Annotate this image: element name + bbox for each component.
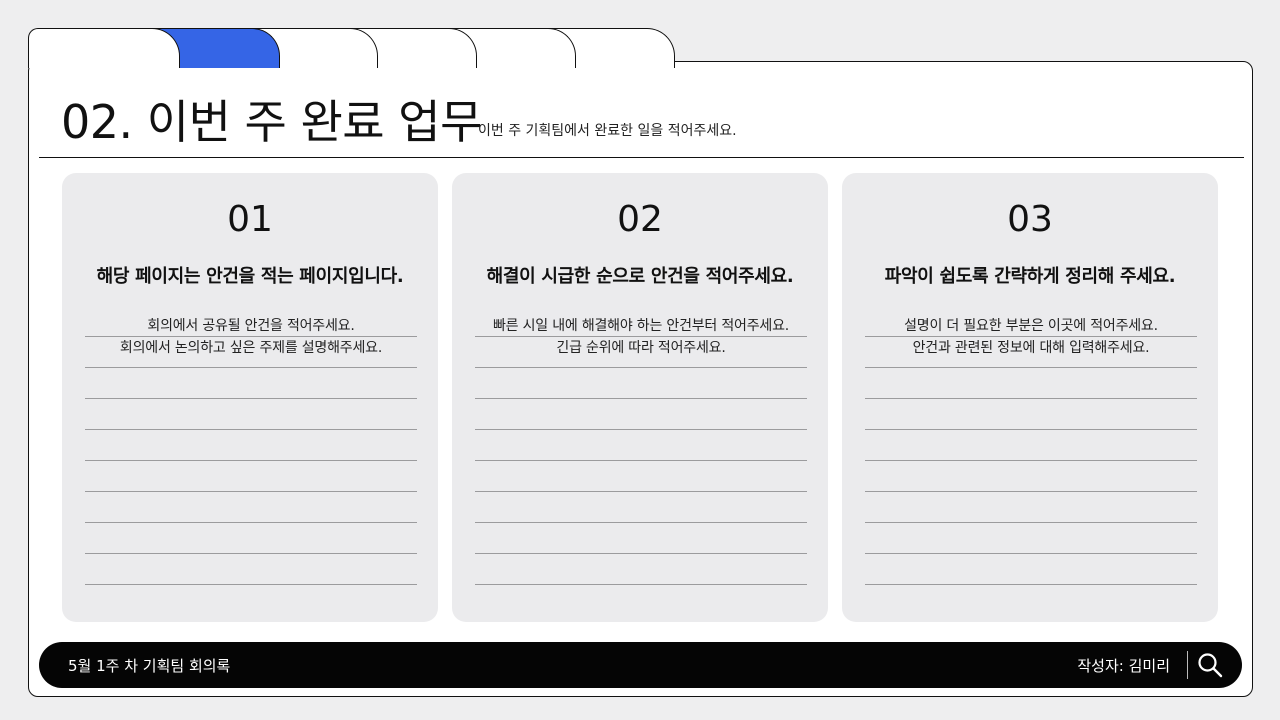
footer-divider <box>1187 651 1188 679</box>
line-field[interactable] <box>475 368 807 399</box>
line-field[interactable] <box>865 461 1197 492</box>
line-field[interactable] <box>85 523 417 554</box>
footer-bar: 5월 1주 차 기획팀 회의록 작성자: 김미리 <box>39 642 1242 688</box>
panel-heading: 해당 페이지는 안건을 적는 페이지입니다. <box>96 266 404 287</box>
agenda-panel-3: 03 파악이 쉽도록 간략하게 정리해 주세요. 설명이 더 필요한 부분은 이… <box>842 173 1218 622</box>
meeting-label: 5월 1주 차 기획팀 회의록 <box>68 657 231 675</box>
page-title: 02. 이번 주 완료 업무 <box>61 95 482 149</box>
search-icon[interactable] <box>1196 651 1224 679</box>
line-field[interactable]: 회의에서 공유될 안건을 적어주세요. <box>85 319 417 337</box>
line-field[interactable] <box>475 461 807 492</box>
panel-lines: 빠른 시일 내에 해결해야 하는 안건부터 적어주세요. 긴급 순위에 따라 적… <box>475 319 807 585</box>
panel-heading: 파악이 쉽도록 간략하게 정리해 주세요. <box>884 266 1176 287</box>
title-divider <box>39 157 1244 158</box>
line-field[interactable] <box>85 399 417 430</box>
line-field[interactable] <box>475 523 807 554</box>
line-field[interactable] <box>865 368 1197 399</box>
line-field[interactable] <box>475 430 807 461</box>
page-subtitle: 이번 주 기획팀에서 완료한 일을 적어주세요. <box>478 123 737 139</box>
line-field[interactable] <box>85 461 417 492</box>
panel-number: 03 <box>1007 199 1053 240</box>
panel-number: 02 <box>617 199 663 240</box>
tab-1[interactable] <box>28 28 180 68</box>
line-field[interactable] <box>85 492 417 523</box>
panel-lines: 회의에서 공유될 안건을 적어주세요. 회의에서 논의하고 싶은 주제를 설명해… <box>85 319 417 585</box>
main-card: 02. 이번 주 완료 업무 이번 주 기획팀에서 완료한 일을 적어주세요. … <box>28 61 1253 697</box>
line-field[interactable] <box>475 492 807 523</box>
line-field[interactable]: 긴급 순위에 따라 적어주세요. <box>475 337 807 368</box>
line-field[interactable]: 안건과 관련된 정보에 대해 입력해주세요. <box>865 337 1197 368</box>
line-field[interactable] <box>85 368 417 399</box>
line-field[interactable]: 빠른 시일 내에 해결해야 하는 안건부터 적어주세요. <box>475 319 807 337</box>
line-field[interactable] <box>865 399 1197 430</box>
tab-strip <box>28 28 688 68</box>
line-field[interactable] <box>475 554 807 585</box>
line-field[interactable] <box>85 554 417 585</box>
panel-heading: 해결이 시급한 순으로 안건을 적어주세요. <box>486 266 794 287</box>
agenda-panel-2: 02 해결이 시급한 순으로 안건을 적어주세요. 빠른 시일 내에 해결해야 … <box>452 173 828 622</box>
author-label: 작성자: 김미리 <box>1077 657 1170 675</box>
line-field[interactable]: 설명이 더 필요한 부분은 이곳에 적어주세요. <box>865 319 1197 337</box>
line-field[interactable] <box>865 523 1197 554</box>
line-field[interactable]: 회의에서 논의하고 싶은 주제를 설명해주세요. <box>85 337 417 368</box>
slide: 02. 이번 주 완료 업무 이번 주 기획팀에서 완료한 일을 적어주세요. … <box>0 0 1280 720</box>
panel-lines: 설명이 더 필요한 부분은 이곳에 적어주세요. 안건과 관련된 정보에 대해 … <box>865 319 1197 585</box>
line-field[interactable] <box>865 492 1197 523</box>
panel-number: 01 <box>227 199 273 240</box>
line-field[interactable] <box>85 430 417 461</box>
line-field[interactable] <box>865 554 1197 585</box>
agenda-panel-1: 01 해당 페이지는 안건을 적는 페이지입니다. 회의에서 공유될 안건을 적… <box>62 173 438 622</box>
line-field[interactable] <box>475 399 807 430</box>
line-field[interactable] <box>865 430 1197 461</box>
